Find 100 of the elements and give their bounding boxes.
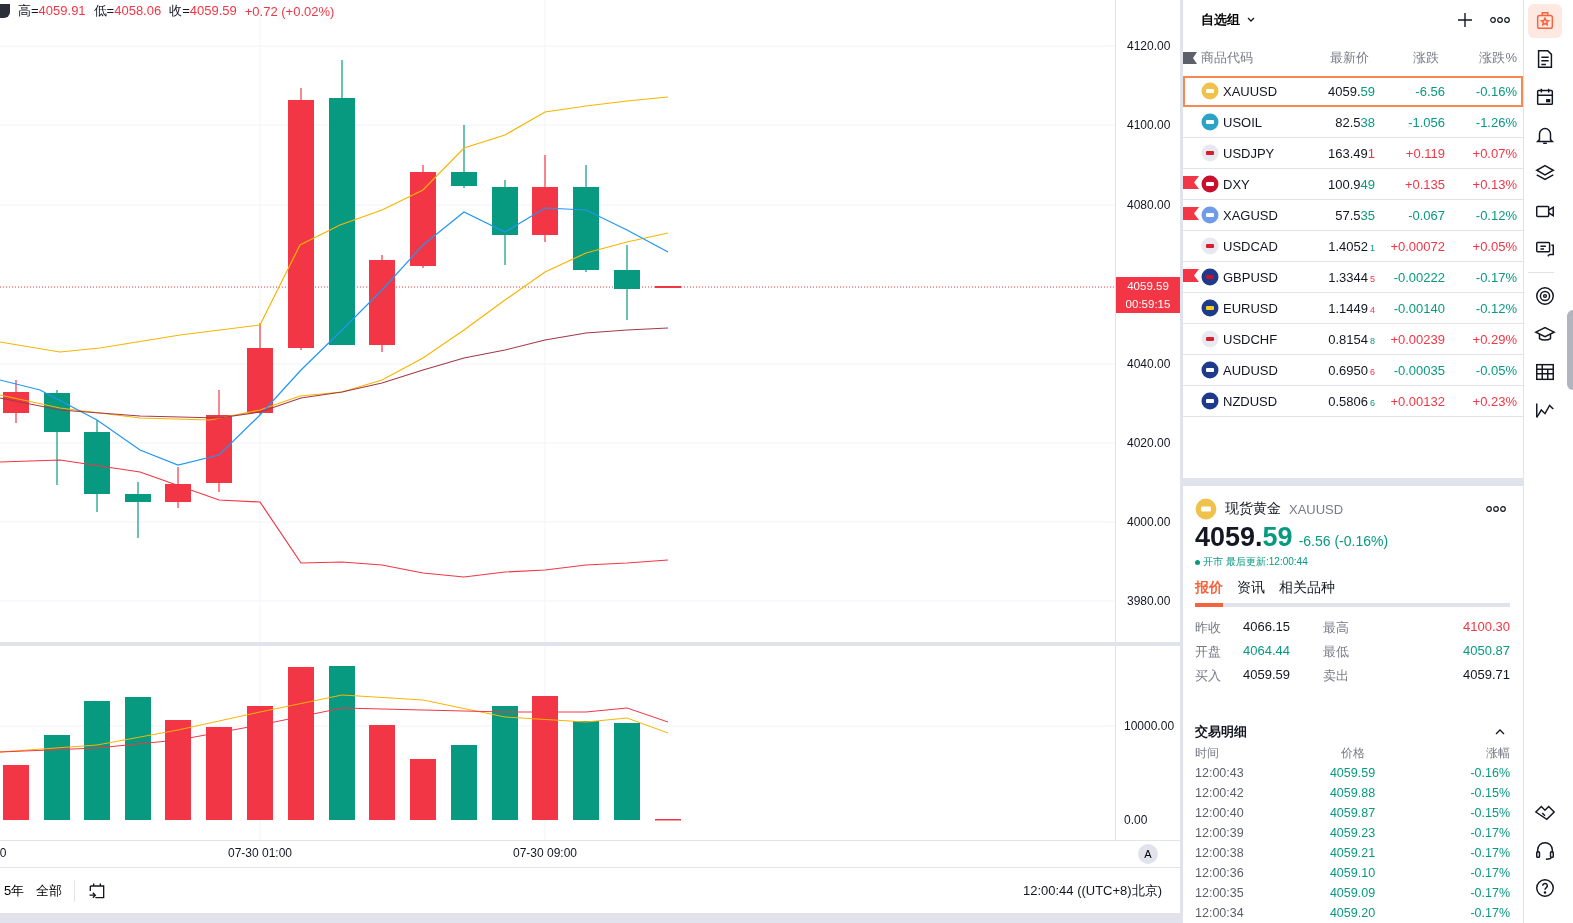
instrument-name: 现货黄金 [1225, 500, 1281, 518]
more-icon[interactable] [1489, 16, 1511, 24]
price-value: 0.5806 6 [1327, 393, 1375, 409]
price-value: 0.8154 8 [1327, 331, 1375, 347]
price-value: 57.535 [1334, 207, 1375, 223]
column-header: 价格 [1339, 745, 1366, 762]
symbol-label: EURUSD [1223, 300, 1279, 316]
price-value: 0.6950 6 [1327, 362, 1375, 378]
trade-price: 4059.10 [1328, 865, 1377, 882]
stat-value: 4059.71 [1462, 667, 1510, 684]
ohlc-value: 收=4059.59 [169, 2, 237, 20]
watchlist-row[interactable]: DXY 100.949 +0.135 +0.13% [1183, 169, 1523, 200]
watchlist-row[interactable]: XAGUSD 57.535 -0.067 -0.12% [1183, 200, 1523, 231]
last-price-tag: 4059.59 00:59:15 [1116, 277, 1180, 313]
candlestick [654, 286, 682, 288]
trade-change: -0.15% [1469, 805, 1510, 822]
column-header: 涨跌 [1412, 49, 1440, 67]
headset-icon [1534, 839, 1556, 861]
more-icon[interactable] [1485, 505, 1507, 513]
trade-price: 4059.23 [1328, 825, 1377, 842]
change-value: +0.00132 [1389, 393, 1445, 409]
table-icon [1534, 361, 1556, 383]
trade-change: -0.17% [1469, 865, 1510, 882]
change-value: -0.067 [1407, 207, 1445, 223]
stat-value: 4059.59 [1243, 667, 1291, 684]
price-value: 163.491 [1327, 145, 1375, 161]
symbol-label: USOIL [1223, 114, 1263, 130]
watchlist-row[interactable]: USDCHF 0.8154 8 +0.00239 +0.29% [1183, 324, 1523, 355]
volume-bar [3, 765, 29, 820]
change-value: -1.056 [1407, 114, 1445, 130]
stat-label: 昨收 [1195, 619, 1222, 637]
panel-tab[interactable]: 相关品种 [1279, 579, 1335, 607]
watchlist-row[interactable]: GBPUSD 1.3344 5 -0.00222 -0.17% [1183, 262, 1523, 293]
symbol-icon [1201, 268, 1219, 286]
stat-value: 4100.30 [1462, 619, 1510, 636]
change-value: -6.56 [1414, 83, 1445, 99]
change-value: +0.135 [1403, 176, 1445, 192]
change-value: -0.00222 [1392, 269, 1445, 285]
stat-value: 4050.87 [1462, 643, 1510, 660]
help-icon [1534, 877, 1556, 899]
instrument-symbol: XAUUSD [1289, 501, 1344, 517]
symbol-icon [1201, 392, 1219, 410]
symbol-icon [1201, 361, 1219, 379]
symbol-icon [1201, 82, 1219, 100]
price-value: 1.4052 1 [1327, 238, 1375, 254]
price-value: 4059.59 [1327, 83, 1375, 99]
price-axis-label: 4100.00 [1127, 118, 1171, 132]
watchlist-row[interactable]: USOIL 82.538 -1.056 -1.26% [1183, 107, 1523, 138]
scrollbar-handle[interactable] [1567, 310, 1573, 390]
price-value: 82.538 [1334, 114, 1375, 130]
ohlc-value: 低=4058.06 [93, 2, 162, 20]
flag-icon [1183, 52, 1197, 64]
panel-tab[interactable]: 资讯 [1237, 579, 1265, 607]
trade-price: 4059.20 [1328, 905, 1377, 922]
change-percent: -0.16% [1474, 83, 1518, 99]
price-value: 1.3344 5 [1327, 269, 1375, 285]
price-axis-label: 4040.00 [1127, 357, 1171, 371]
symbol-icon [1201, 113, 1219, 131]
add-icon[interactable] [1457, 12, 1473, 28]
status-dot-icon [1195, 559, 1200, 565]
trade-price: 4059.21 [1328, 845, 1377, 862]
column-header: 商品代码 [1201, 49, 1254, 67]
change-percent: +0.23% [1471, 393, 1518, 409]
auto-scale-button[interactable]: A [1138, 844, 1158, 864]
change-value: +0.00072 [1389, 238, 1445, 254]
symbol-icon [1201, 206, 1219, 224]
chevron-up-icon[interactable] [1494, 728, 1506, 736]
symbol-label: NZDUSD [1223, 393, 1279, 409]
column-header: 涨跌% [1478, 49, 1518, 67]
symbol-icon [1201, 175, 1219, 193]
volume-axis-label: 10000.00 [1124, 719, 1175, 733]
watchlist-row[interactable]: XAUUSD 4059.59 -6.56 -0.16% [1183, 76, 1523, 107]
range-button[interactable]: 5年 [4, 881, 25, 900]
symbol-label: USDCHF [1223, 331, 1279, 347]
trade-time: 12:00:34 [1195, 905, 1245, 922]
change-value: +0.00239 [1389, 331, 1445, 347]
trade-change: -0.16% [1469, 765, 1510, 782]
trade-price: 4059.88 [1328, 785, 1377, 802]
ohlc-value: 高=4059.91 [18, 2, 86, 20]
watchlist-dropdown[interactable]: 自选组 [1201, 11, 1256, 29]
watchlist-row[interactable]: USDJPY 163.491 +0.119 +0.07% [1183, 138, 1523, 169]
watchlist-row[interactable]: NZDUSD 0.5806 6 +0.00132 +0.23% [1183, 386, 1523, 417]
stat-label: 卖出 [1323, 667, 1350, 685]
symbol-label: GBPUSD [1223, 269, 1279, 285]
watchlist-row[interactable]: AUDUSD 0.6950 6 -0.00035 -0.05% [1183, 355, 1523, 386]
change-percent: -0.12% [1474, 300, 1518, 316]
change-percent: +0.29% [1471, 331, 1518, 347]
change-value: -0.00140 [1392, 300, 1445, 316]
price-axis-label: 4120.00 [1127, 39, 1171, 53]
watchlist-row[interactable]: EURUSD 1.1449 4 -0.00140 -0.12% [1183, 293, 1523, 324]
time-axis-label: 07-30 09:00 [512, 846, 578, 860]
trade-change: -0.15% [1469, 785, 1510, 802]
clock-time: 12:00:44 ((UTC+8)北京) [1022, 881, 1162, 900]
trade-time: 12:00:35 [1195, 885, 1245, 902]
range-button[interactable]: 全部 [36, 881, 63, 900]
change-percent: -1.26% [1474, 114, 1518, 130]
change-value: -0.00035 [1392, 362, 1445, 378]
section-title: 交易明细 [1195, 723, 1247, 741]
watchlist-row[interactable]: USDCAD 1.4052 1 +0.00072 +0.05% [1183, 231, 1523, 262]
price-value: 100.949 [1327, 176, 1375, 192]
